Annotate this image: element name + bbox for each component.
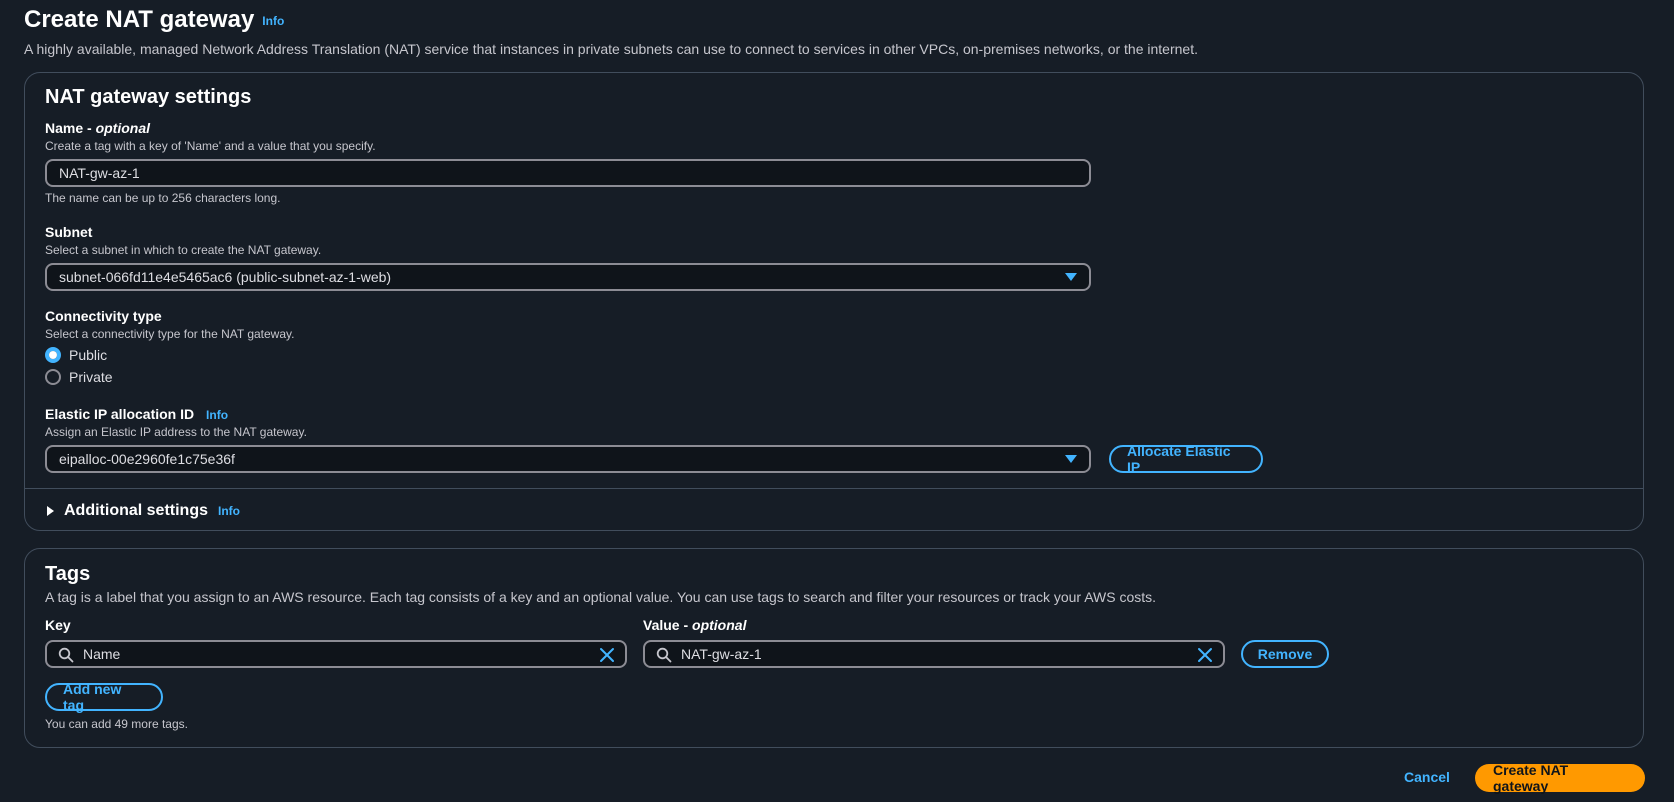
tag-value-label: Value - optional xyxy=(643,617,746,633)
create-nat-gateway-button[interactable]: Create NAT gateway xyxy=(1475,762,1645,794)
tags-description: A tag is a label that you assign to an A… xyxy=(45,589,1157,605)
name-label: Name - optional xyxy=(45,120,150,136)
cancel-button[interactable]: Cancel xyxy=(1404,769,1450,785)
eip-label: Elastic IP allocation ID Info xyxy=(45,406,228,422)
page-info-link[interactable]: Info xyxy=(262,14,284,28)
tag-key-value: Name xyxy=(83,646,121,662)
tag-key-label: Key xyxy=(45,617,71,633)
name-constraint: The name can be up to 256 characters lon… xyxy=(45,191,281,205)
radio-public-label: Public xyxy=(69,347,108,363)
additional-settings-label: Additional settings xyxy=(64,502,208,519)
radio-public[interactable]: Public xyxy=(45,347,107,363)
connectivity-label: Connectivity type xyxy=(45,308,162,324)
tag-value-input[interactable]: NAT-gw-az-1 xyxy=(643,640,1225,668)
additional-settings-expander[interactable]: Additional settings Info xyxy=(47,502,240,520)
tag-value-label-optional: optional xyxy=(692,617,747,633)
radio-private[interactable]: Private xyxy=(45,369,113,385)
eip-select[interactable]: eipalloc-00e2960fe1c75e36f xyxy=(45,445,1091,473)
remove-tag-button[interactable]: Remove xyxy=(1241,640,1329,668)
eip-description: Assign an Elastic IP address to the NAT … xyxy=(45,425,307,439)
eip-select-value: eipalloc-00e2960fe1c75e36f xyxy=(59,451,235,467)
page-title-text: Create NAT gateway xyxy=(24,6,255,33)
search-icon xyxy=(656,647,672,663)
clear-icon[interactable] xyxy=(599,647,615,663)
name-input-value: NAT-gw-az-1 xyxy=(59,165,140,181)
eip-label-text: Elastic IP allocation ID xyxy=(45,406,195,422)
settings-divider xyxy=(25,488,1643,489)
add-new-tag-button[interactable]: Add new tag xyxy=(45,681,163,713)
allocate-elastic-ip-button[interactable]: Allocate Elastic IP xyxy=(1109,443,1263,475)
tags-limit-text: You can add 49 more tags. xyxy=(45,717,188,731)
tag-value-label-text: Value - xyxy=(643,617,693,633)
name-label-optional: optional xyxy=(95,120,151,136)
tags-heading: Tags xyxy=(45,563,91,585)
radio-selected-icon xyxy=(45,347,61,363)
additional-info-link[interactable]: Info xyxy=(218,504,240,518)
subnet-select-value: subnet-066fd11e4e5465ac6 (public-subnet-… xyxy=(59,269,392,285)
page-description: A highly available, managed Network Addr… xyxy=(24,41,1198,57)
tags-panel: Tags A tag is a label that you assign to… xyxy=(24,548,1644,748)
tag-value-value: NAT-gw-az-1 xyxy=(681,646,762,662)
connectivity-description: Select a connectivity type for the NAT g… xyxy=(45,327,295,341)
radio-private-label: Private xyxy=(69,369,113,385)
nat-gateway-settings-panel: NAT gateway settings Name - optional Cre… xyxy=(24,72,1644,531)
page-title: Create NAT gateway Info xyxy=(24,6,284,34)
name-input[interactable]: NAT-gw-az-1 xyxy=(45,159,1091,187)
settings-heading: NAT gateway settings xyxy=(45,86,252,108)
search-icon xyxy=(58,647,74,663)
subnet-label: Subnet xyxy=(45,224,93,240)
subnet-select[interactable]: subnet-066fd11e4e5465ac6 (public-subnet-… xyxy=(45,263,1091,291)
clear-icon[interactable] xyxy=(1197,647,1213,663)
tag-key-input[interactable]: Name xyxy=(45,640,627,668)
caret-down-icon xyxy=(1065,273,1077,281)
caret-right-icon xyxy=(47,506,54,516)
name-label-text: Name - xyxy=(45,120,96,136)
eip-info-link[interactable]: Info xyxy=(206,408,228,422)
radio-unselected-icon xyxy=(45,369,61,385)
subnet-description: Select a subnet in which to create the N… xyxy=(45,243,322,257)
name-description: Create a tag with a key of 'Name' and a … xyxy=(45,139,376,153)
caret-down-icon xyxy=(1065,455,1077,463)
